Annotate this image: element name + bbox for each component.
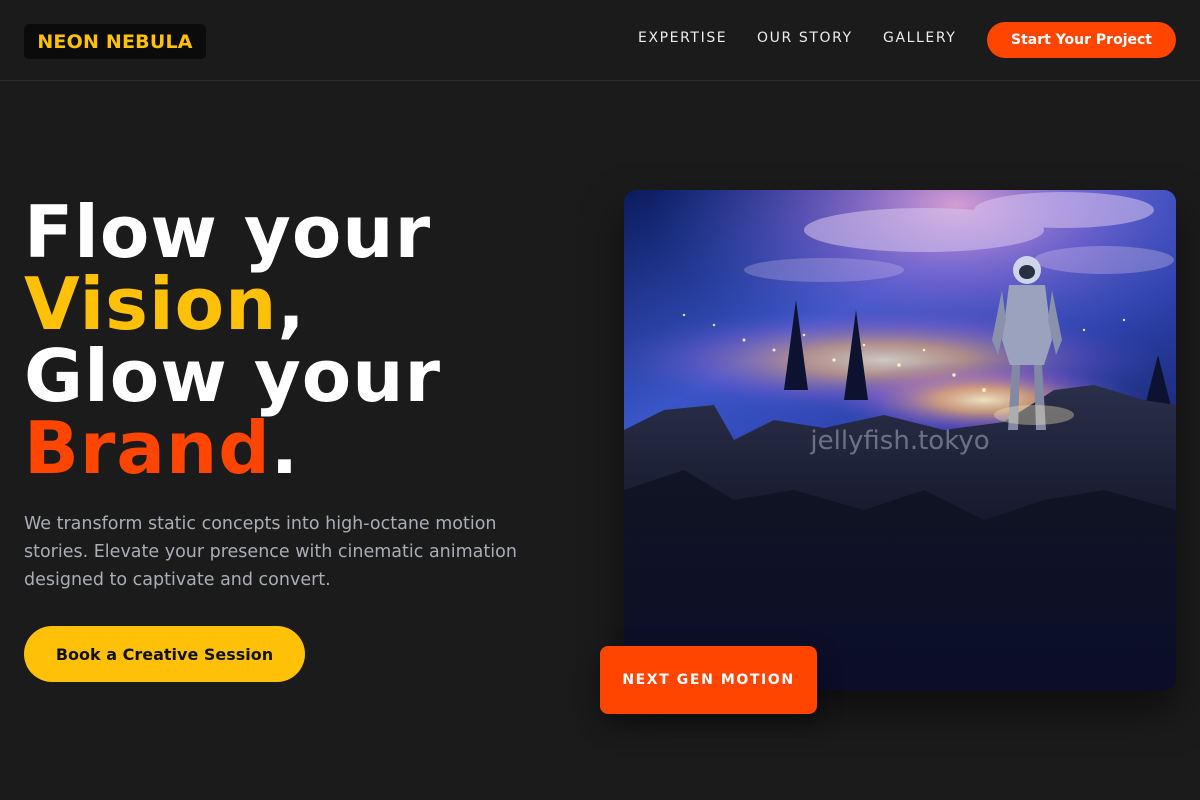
site-header: NEON NEBULA EXPERTISE OUR STORY GALLERY … <box>0 0 1200 81</box>
headline-period: . <box>270 406 300 490</box>
headline-line-3: Glow your <box>24 334 441 418</box>
headline-line-1: Flow your <box>24 190 432 274</box>
headline-line-2: Vision, <box>24 268 584 340</box>
nav-link-expertise[interactable]: EXPERTISE <box>638 30 727 50</box>
image-watermark: jellyfish.tokyo <box>810 426 990 456</box>
hero-headline: Flow your Vision, Glow your Brand. <box>24 196 584 484</box>
hero-subtext: We transform static concepts into high-o… <box>24 514 517 590</box>
nav-link-gallery[interactable]: GALLERY <box>883 30 956 50</box>
nav-link-our-story[interactable]: OUR STORY <box>757 30 853 50</box>
headline-line-4: Brand. <box>24 412 584 484</box>
start-project-button[interactable]: Start Your Project <box>987 22 1176 58</box>
headline-word-brand: Brand <box>24 406 271 490</box>
book-session-button[interactable]: Book a Creative Session <box>24 626 305 682</box>
next-gen-motion-badge: NEXT GEN MOTION <box>600 646 817 714</box>
brand-logo[interactable]: NEON NEBULA <box>24 24 206 59</box>
hero-image-astronaut-cliff: jellyfish.tokyo <box>624 190 1176 690</box>
